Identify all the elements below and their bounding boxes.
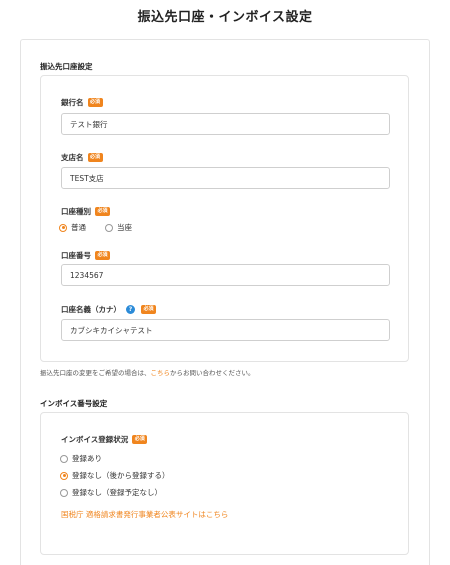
required-badge: 必須 [95, 251, 111, 260]
required-badge: 必須 [141, 305, 157, 314]
radio-unchecked-icon[interactable] [60, 488, 68, 497]
page-title: 振込先口座・インボイス設定 [137, 10, 313, 25]
invoice-option-label: 登録あり [72, 454, 102, 463]
nta-publication-link[interactable]: 国税庁 適格請求書発行事業者公表サイトはこちら [61, 509, 228, 520]
account-holder-label: 口座名義（カナ） ? 必須 [61, 304, 157, 315]
bank-change-note: 振込先口座の変更をご希望の場合は、こちらからお問い合わせください。 [40, 367, 255, 377]
note-text: 振込先口座の変更をご希望の場合は、 [40, 369, 151, 377]
note-text: からお問い合わせください。 [170, 369, 255, 377]
invoice-section-title: インボイス番号設定 [40, 399, 108, 408]
required-badge: 必須 [95, 207, 111, 216]
help-icon[interactable]: ? [126, 305, 135, 314]
invoice-status-label-text: インボイス登録状況 [61, 435, 129, 444]
invoice-option-label: 登録なし（後から登録する） [72, 471, 170, 480]
bank-name-label: 銀行名 必須 [61, 97, 103, 108]
account-type-option-futsu[interactable]: 普通 [59, 222, 86, 233]
account-type-option-toza[interactable]: 当座 [105, 222, 132, 233]
invoice-option-later[interactable]: 登録なし（後から登録する） [60, 470, 170, 481]
invoice-option-label: 登録なし（登録予定なし） [72, 488, 162, 497]
account-type-option-label: 当座 [117, 223, 132, 232]
bank-name-label-text: 銀行名 [61, 98, 84, 107]
radio-checked-icon[interactable] [59, 223, 67, 232]
radio-unchecked-icon[interactable] [60, 454, 68, 463]
branch-name-label-text: 支店名 [61, 153, 84, 162]
account-number-input[interactable] [61, 264, 390, 286]
bank-name-input[interactable] [61, 113, 390, 135]
invoice-option-registered[interactable]: 登録あり [60, 453, 102, 464]
invoice-option-none[interactable]: 登録なし（登録予定なし） [60, 487, 162, 498]
invoice-status-label: インボイス登録状況 必須 [61, 434, 148, 445]
branch-name-label: 支店名 必須 [61, 152, 103, 163]
required-badge: 必須 [87, 153, 103, 162]
account-holder-label-text: 口座名義（カナ） [61, 305, 121, 314]
contact-link[interactable]: こちら [151, 369, 171, 377]
radio-unchecked-icon[interactable] [105, 223, 113, 232]
account-type-label-text: 口座種別 [61, 207, 91, 216]
required-badge: 必須 [87, 98, 103, 107]
account-number-label-text: 口座番号 [61, 251, 91, 260]
bank-section-title: 振込先口座設定 [40, 62, 93, 71]
required-badge: 必須 [132, 435, 148, 444]
radio-checked-icon[interactable] [60, 471, 68, 480]
account-holder-input[interactable] [61, 319, 390, 341]
account-type-label: 口座種別 必須 [61, 206, 111, 217]
account-type-option-label: 普通 [71, 223, 86, 232]
account-number-label: 口座番号 必須 [61, 250, 111, 261]
branch-name-input[interactable] [61, 167, 390, 189]
